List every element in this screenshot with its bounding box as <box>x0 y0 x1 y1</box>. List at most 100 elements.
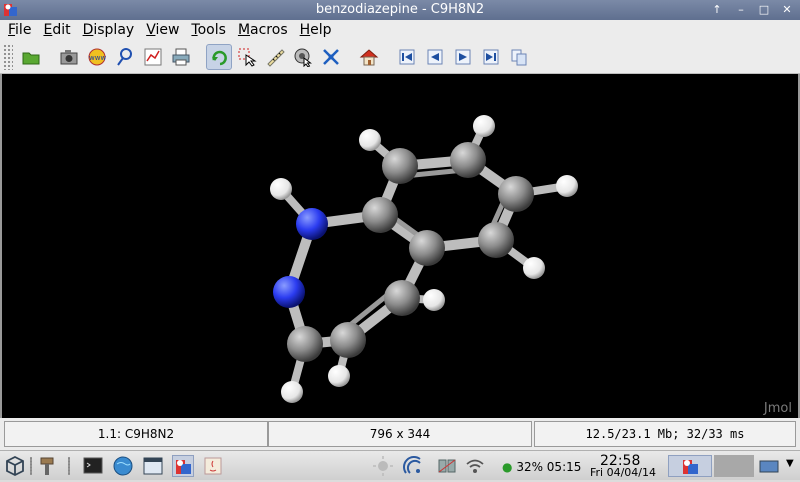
carbon-atom[interactable] <box>362 197 398 233</box>
tools-icon <box>40 457 54 475</box>
hydrogen-atom[interactable] <box>556 175 578 197</box>
network-icon <box>438 459 456 473</box>
menu-display-mnemonic: D <box>82 22 94 38</box>
measure-button[interactable] <box>262 44 288 70</box>
window-up-icon[interactable]: ↑ <box>708 2 726 18</box>
rotate-button[interactable] <box>206 44 232 70</box>
jmol-window: benzodiazepine - C9H8N2 ↑ – □ ✕ File Edi… <box>0 0 800 450</box>
menu-edit[interactable]: Edit <box>39 20 74 40</box>
carbon-atom[interactable] <box>498 176 534 212</box>
desktop-icon <box>759 460 779 473</box>
menu-bar: File Edit Display View Tools Macros Help <box>0 20 800 40</box>
molecule-viewer[interactable]: Jmol <box>0 74 800 418</box>
select-button[interactable] <box>234 44 260 70</box>
cube-icon <box>6 455 24 477</box>
previous-frame-button[interactable] <box>422 44 448 70</box>
hydrogen-atom[interactable] <box>423 289 445 311</box>
tray-expand-icon[interactable]: ▼ <box>786 458 794 469</box>
magnify-button[interactable] <box>112 44 138 70</box>
menu-macros[interactable]: Macros <box>234 20 292 40</box>
carbon-atom[interactable] <box>384 280 420 316</box>
browser-launcher[interactable] <box>112 455 134 477</box>
hydrogen-atom[interactable] <box>473 115 495 137</box>
show-desktop-button[interactable] <box>758 455 782 477</box>
carbon-atom[interactable] <box>409 230 445 266</box>
nitrogen-atom[interactable] <box>273 276 305 308</box>
terminal-launcher[interactable] <box>82 455 104 477</box>
minimize-icon[interactable]: – <box>732 2 750 18</box>
clock-date[interactable]: Fri 04/04/14 <box>590 466 656 479</box>
size-status: 796 x 344 <box>268 421 532 447</box>
hydrogen-atom[interactable] <box>281 381 303 403</box>
maximize-icon[interactable]: □ <box>755 2 773 18</box>
open-icon <box>22 52 40 65</box>
menu-help[interactable]: Help <box>296 20 336 40</box>
carbon-atom[interactable] <box>450 142 486 178</box>
brightness-tray[interactable] <box>372 455 394 477</box>
www-icon: www <box>88 48 106 66</box>
pick-center-button[interactable] <box>290 44 316 70</box>
hydrogen-atom[interactable] <box>328 365 350 387</box>
menu-macros-mnemonic: M <box>237 22 251 38</box>
molecule-canvas[interactable] <box>2 74 798 418</box>
translate-button[interactable] <box>318 44 344 70</box>
menu-file[interactable]: File <box>4 20 35 40</box>
first-frame-icon <box>399 49 415 65</box>
carbon-atom[interactable] <box>330 322 366 358</box>
carbon-atom[interactable] <box>287 326 323 362</box>
menu-display-label: isplay <box>93 22 135 38</box>
battery-status[interactable]: ● 32% 05:15 <box>502 460 581 474</box>
hydrogen-atom[interactable] <box>270 178 292 200</box>
terminal-icon <box>83 457 103 474</box>
window-icon <box>143 457 163 475</box>
window-launcher[interactable] <box>142 455 164 477</box>
jmol-task[interactable] <box>172 455 194 477</box>
start-button[interactable] <box>4 455 26 477</box>
ruler-icon <box>267 49 285 67</box>
wifi-tray[interactable] <box>464 455 486 477</box>
battery-icon: ● <box>502 460 513 474</box>
last-frame-button[interactable] <box>478 44 504 70</box>
wifi-signal-tray[interactable] <box>402 455 424 477</box>
settings-launcher[interactable] <box>36 455 58 477</box>
magnify-icon <box>117 48 132 66</box>
jmol-task-icon <box>176 460 191 474</box>
web-button[interactable]: www <box>84 44 110 70</box>
graph-button[interactable] <box>140 44 166 70</box>
menu-tools[interactable]: Tools <box>187 20 230 40</box>
brightness-icon <box>373 456 393 476</box>
first-frame-button[interactable] <box>394 44 420 70</box>
toolbar-grip[interactable] <box>3 44 13 70</box>
carbon-atom[interactable] <box>382 148 418 184</box>
print-button[interactable] <box>168 44 194 70</box>
move-icon <box>323 49 339 65</box>
menu-edit-mnemonic: E <box>43 22 53 38</box>
close-icon[interactable]: ✕ <box>778 2 796 18</box>
hydrogen-atom[interactable] <box>523 257 545 279</box>
copy-frames-button[interactable] <box>506 44 532 70</box>
nitrogen-atom[interactable] <box>296 208 328 240</box>
copy-frames-icon <box>511 49 527 66</box>
carbon-atom[interactable] <box>478 222 514 258</box>
open-button[interactable] <box>18 44 44 70</box>
pick-icon <box>294 48 312 67</box>
jmol-workspace-icon <box>683 460 698 474</box>
workspace-2[interactable] <box>714 455 754 477</box>
model-status: 1.1: C9H8N2 <box>4 421 268 447</box>
export-image-button[interactable] <box>56 44 82 70</box>
next-frame-button[interactable] <box>450 44 476 70</box>
home-button[interactable] <box>356 44 382 70</box>
java-task[interactable] <box>202 455 224 477</box>
taskbar: ● 32% 05:15 22:58 Fri 04/04/14 ▼ <box>0 450 800 480</box>
workspace-1[interactable] <box>668 455 712 477</box>
window-title: benzodiazepine - C9H8N2 <box>315 2 485 17</box>
menu-display[interactable]: Display <box>79 20 139 40</box>
globe-icon <box>113 456 133 476</box>
network-tray[interactable] <box>436 455 458 477</box>
hydrogen-atom[interactable] <box>359 129 381 151</box>
signal-icon <box>403 456 421 474</box>
next-frame-icon <box>455 49 471 65</box>
java-icon <box>204 457 222 475</box>
menu-view[interactable]: View <box>142 20 183 40</box>
graph-icon <box>144 48 162 66</box>
